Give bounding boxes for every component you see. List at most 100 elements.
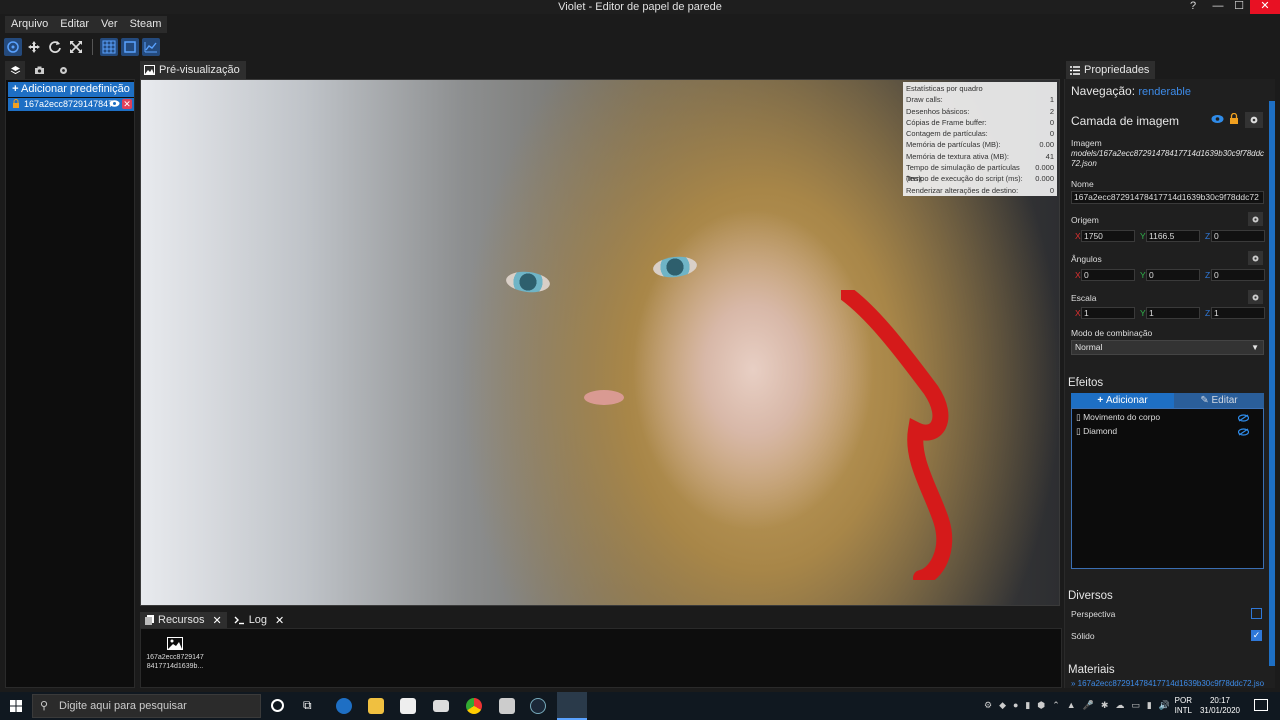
file-icon: ▯ xyxy=(1076,412,1081,422)
add-effect-button[interactable]: + Adicionar xyxy=(1071,393,1174,408)
camera-icon xyxy=(34,66,44,74)
origin-settings-button[interactable] xyxy=(1248,212,1263,226)
file-explorer-icon[interactable] xyxy=(368,698,384,714)
scale-tool-button[interactable] xyxy=(67,38,85,56)
bottom-tabs: Recursos ✕ Log ✕ xyxy=(140,612,289,628)
gear-icon xyxy=(1250,116,1258,124)
app-icon[interactable] xyxy=(499,698,515,714)
taskbar-search-input[interactable]: ⚲ Digite aqui para pesquisar xyxy=(32,694,261,718)
cortana-icon[interactable] xyxy=(271,699,284,712)
task-view-icon[interactable]: ⧉ xyxy=(303,698,312,713)
tab-properties[interactable]: Propriedades xyxy=(1066,61,1156,79)
select-tool-button[interactable] xyxy=(4,38,22,56)
frame-stats-overlay: Estatísticas por quadro Draw calls: 1 Des… xyxy=(903,82,1057,196)
close-tab-icon[interactable]: ✕ xyxy=(212,614,221,627)
angles-z-input[interactable]: 0 xyxy=(1211,269,1265,281)
lock-icon[interactable] xyxy=(12,99,20,111)
maximize-button[interactable]: ☐ xyxy=(1228,0,1250,14)
scale-x-input[interactable]: 1 xyxy=(1081,307,1135,319)
stats-row: Contagem de partículas: 0 xyxy=(906,129,1054,139)
angles-x-input[interactable]: 0 xyxy=(1081,269,1135,281)
effect-item[interactable]: ▯ Diamond xyxy=(1076,426,1117,437)
close-button[interactable]: ✕ xyxy=(1250,0,1280,14)
solid-checkbox[interactable]: ✓ xyxy=(1251,630,1262,641)
angles-settings-button[interactable] xyxy=(1248,251,1263,265)
resource-name-line2: 8417714d1639b... xyxy=(146,663,204,670)
name-label: Nome xyxy=(1071,179,1094,189)
menu-editar[interactable]: Editar xyxy=(54,16,95,33)
tab-preview[interactable]: Pré-visualização xyxy=(140,61,246,79)
clock[interactable]: 20:17 31/01/2020 xyxy=(1200,696,1240,716)
help-button[interactable]: ? xyxy=(1178,0,1208,14)
delete-layer-icon[interactable]: ✕ xyxy=(122,99,132,109)
grid-toggle-button[interactable] xyxy=(100,38,118,56)
tab-settings[interactable] xyxy=(53,61,73,79)
notification-icon[interactable] xyxy=(1254,699,1268,711)
eye-slash-icon[interactable] xyxy=(1237,427,1250,439)
close-tab-icon[interactable]: ✕ xyxy=(275,614,284,627)
origin-z-input[interactable]: 0 xyxy=(1211,230,1265,242)
input-language[interactable]: POR INTL xyxy=(1175,696,1192,716)
layer-item[interactable]: 167a2ecc8729147847 ✕ xyxy=(8,98,134,111)
add-preset-button[interactable]: + Adicionar predefinição xyxy=(8,82,134,97)
stats-toggle-button[interactable] xyxy=(142,38,160,56)
axis-y-label: Y xyxy=(1140,231,1146,241)
eye-icon[interactable] xyxy=(109,99,120,111)
artwork-mouth xyxy=(584,390,624,405)
name-input[interactable]: 167a2ecc87291478417714d1639b30c9f78ddc72 xyxy=(1071,191,1264,204)
scale-z-input[interactable]: 1 xyxy=(1211,307,1265,319)
layer-item-label: 167a2ecc8729147847 xyxy=(24,99,114,109)
menu-steam[interactable]: Steam xyxy=(124,16,168,33)
wallpaper-engine-taskbar-button[interactable] xyxy=(557,692,587,720)
menu-ver[interactable]: Ver xyxy=(95,16,124,33)
image-file-icon xyxy=(167,637,183,650)
edge-icon[interactable] xyxy=(336,698,352,714)
minimize-button[interactable]: — xyxy=(1208,0,1228,14)
windows-start-icon[interactable] xyxy=(10,700,22,715)
wallpaper-preview[interactable]: Estatísticas por quadro Draw calls: 1 Des… xyxy=(140,79,1060,606)
tab-layers[interactable] xyxy=(5,61,25,79)
move-tool-button[interactable] xyxy=(25,38,43,56)
perspective-label: Perspectiva xyxy=(1071,609,1116,619)
origin-x-input[interactable]: 1750 xyxy=(1081,230,1135,242)
menu-arquivo[interactable]: Arquivo xyxy=(5,16,54,33)
visibility-eye-icon[interactable] xyxy=(1211,114,1224,127)
origin-y-input[interactable]: 1166.5 xyxy=(1146,230,1200,242)
tab-camera[interactable] xyxy=(29,61,49,79)
edit-effect-button[interactable]: ✎ Editar xyxy=(1174,393,1264,408)
scale-settings-button[interactable] xyxy=(1248,290,1263,304)
effect-item[interactable]: ▯ Movimento do corpo xyxy=(1076,412,1160,423)
caret-down-icon: ▼ xyxy=(1251,343,1259,352)
search-placeholder: Digite aqui para pesquisar xyxy=(59,700,187,712)
tab-resources[interactable]: Recursos ✕ xyxy=(140,612,227,628)
gear-icon xyxy=(1252,216,1259,222)
store-icon[interactable] xyxy=(400,698,416,714)
eye-slash-icon[interactable] xyxy=(1237,413,1250,425)
material-link[interactable]: » 167a2ecc87291478417714d1639b30c9f78ddc… xyxy=(1071,679,1264,688)
stats-row: Memória de textura ativa (MB): 41 xyxy=(906,151,1054,161)
navigation-link[interactable]: renderable xyxy=(1138,86,1191,98)
scale-y-input[interactable]: 1 xyxy=(1146,307,1200,319)
tab-log[interactable]: Log ✕ xyxy=(229,612,290,628)
lock-icon[interactable] xyxy=(1229,112,1239,128)
image-path[interactable]: models/167a2ecc87291478417714d1639b30c9f… xyxy=(1071,149,1266,169)
resources-tab-label: Recursos xyxy=(158,614,205,626)
blend-mode-select[interactable]: Normal ▼ xyxy=(1071,340,1264,355)
layer-settings-button[interactable] xyxy=(1245,112,1263,128)
rotate-tool-button[interactable] xyxy=(46,38,64,56)
angles-y-input[interactable]: 0 xyxy=(1146,269,1200,281)
perspective-checkbox[interactable] xyxy=(1251,608,1262,619)
navigation-label: Navegação: xyxy=(1071,84,1136,98)
mail-icon[interactable] xyxy=(433,700,449,712)
image-label: Imagem xyxy=(1071,138,1102,148)
chrome-icon[interactable] xyxy=(466,698,482,714)
system-tray-icons[interactable]: ⚙◆●▮⬢⌃▲🎤✱☁▭▮🔊 xyxy=(984,700,1177,711)
layer-title: Camada de imagem xyxy=(1071,114,1180,128)
edit-effect-label: Editar xyxy=(1211,395,1238,406)
axis-z-label: Z xyxy=(1205,308,1211,318)
menu-bar: Arquivo Editar Ver Steam xyxy=(5,16,168,33)
properties-scrollbar[interactable] xyxy=(1269,101,1275,666)
bounds-toggle-button[interactable] xyxy=(121,38,139,56)
steam-icon[interactable] xyxy=(530,698,546,714)
resource-item[interactable]: 167a2ecc8729147 8417714d1639b... xyxy=(145,637,205,671)
